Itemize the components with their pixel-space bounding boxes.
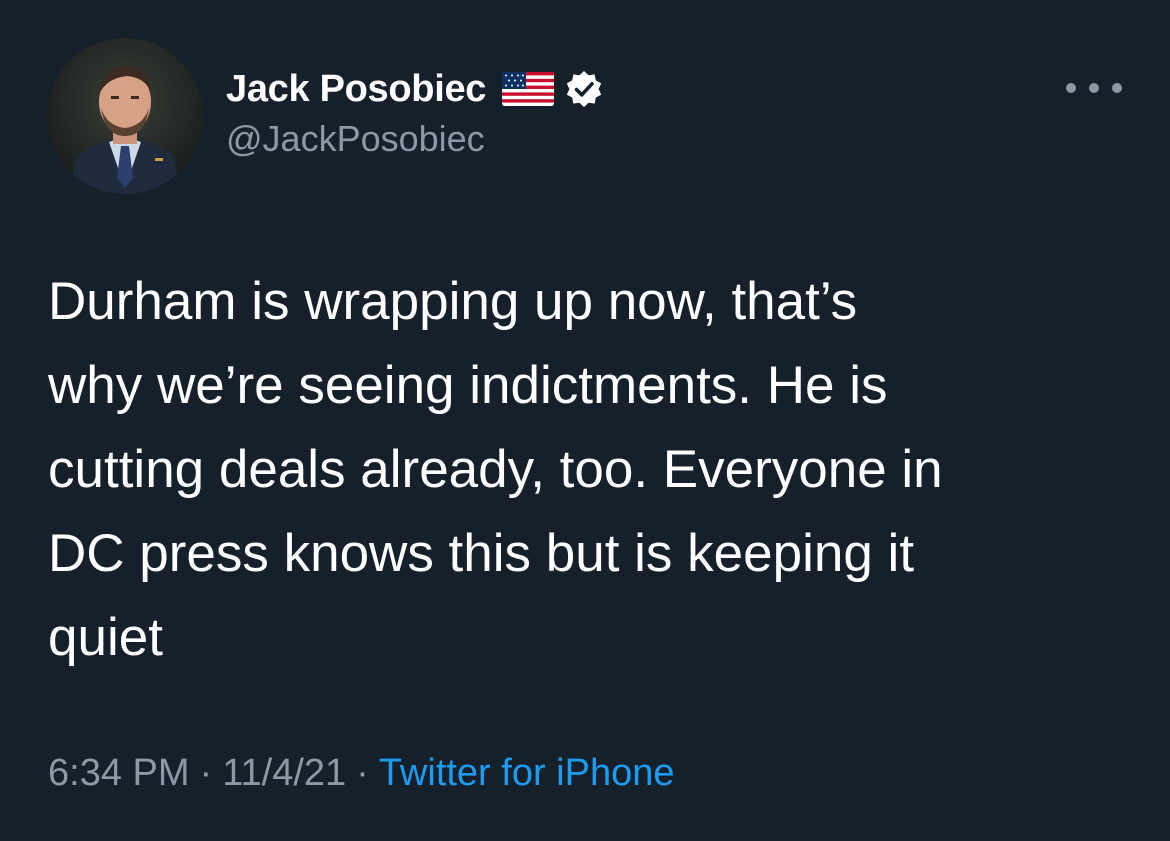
author-block: Jack Posobiec @JackPosobiec: [226, 66, 926, 160]
tweet-meta: 6:34 PM · 11/4/21 · Twitter for iPhone: [48, 752, 675, 795]
more-dot: [1066, 83, 1076, 93]
avatar-image: [47, 38, 203, 194]
name-row: Jack Posobiec: [226, 66, 926, 112]
tweet-date[interactable]: 11/4/21: [222, 752, 346, 794]
more-dot: [1089, 83, 1099, 93]
verified-badge-icon: [564, 69, 604, 109]
more-dot: [1112, 83, 1122, 93]
tweet-source-link[interactable]: Twitter for iPhone: [379, 752, 675, 794]
tweet-text-line: cutting deals already, too. Everyone in: [48, 440, 943, 499]
flag-us-icon: [502, 72, 555, 106]
meta-separator: ·: [199, 752, 213, 794]
more-horizontal-icon[interactable]: [1066, 72, 1122, 104]
tweet-text-line: why we’re seeing indictments. He is: [48, 356, 888, 415]
tweet-text-line: Durham is wrapping up now, that’s: [48, 272, 858, 331]
tweet-time[interactable]: 6:34 PM: [48, 752, 190, 794]
tweet-text: Durham is wrapping up now, that’s why we…: [48, 260, 1148, 680]
tweet-text-line: DC press knows this but is keeping it: [48, 524, 915, 583]
handle[interactable]: @JackPosobiec: [226, 118, 926, 160]
tweet-card: Jack Posobiec @JackPosobiec Durham is wr…: [0, 0, 1170, 841]
tweet-text-line: quiet: [48, 608, 163, 667]
display-name[interactable]: Jack Posobiec: [226, 68, 486, 111]
avatar[interactable]: [47, 38, 203, 194]
meta-separator: ·: [356, 752, 369, 794]
